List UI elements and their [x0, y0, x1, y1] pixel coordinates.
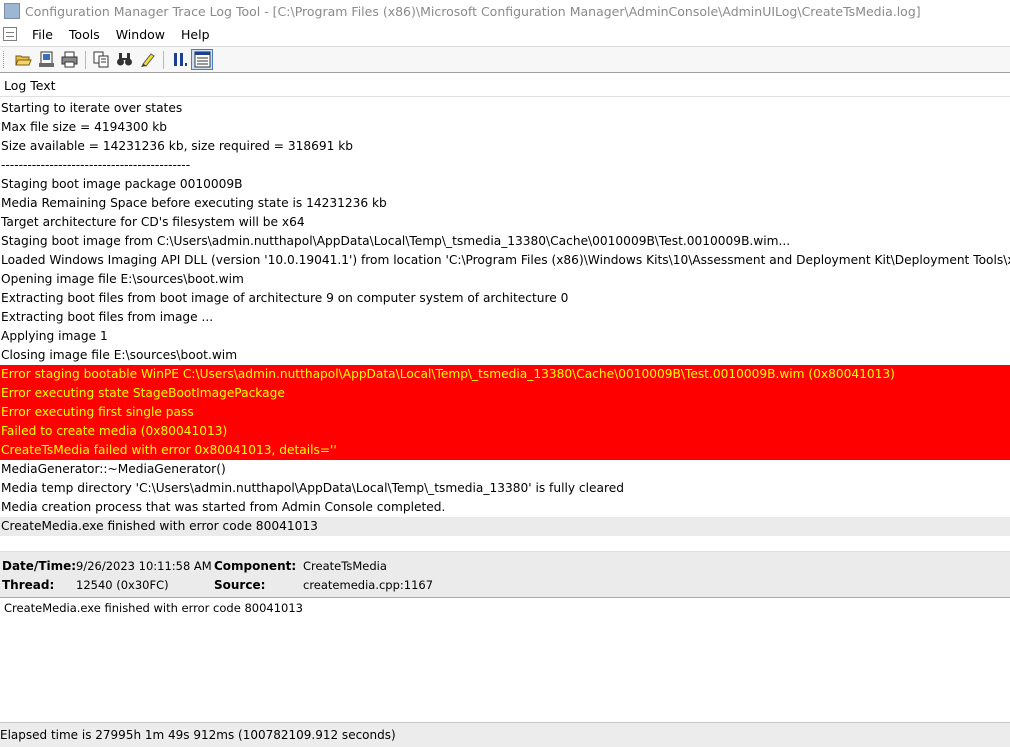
datetime-label: Date/Time: [2, 559, 77, 573]
copy-icon [93, 51, 108, 68]
log-row-error[interactable]: Error executing state StageBootImagePack… [0, 384, 1010, 403]
log-row[interactable]: Staging boot image package 0010009B [0, 175, 1010, 194]
log-row[interactable]: Opening image file E:\sources\boot.wim [0, 270, 1010, 289]
log-row[interactable]: MediaGenerator::~MediaGenerator() [0, 460, 1010, 479]
log-list[interactable]: Starting to iterate over states Max file… [0, 99, 1010, 536]
menu-tools[interactable]: Tools [61, 27, 108, 42]
log-text-header-label: Log Text [4, 78, 56, 93]
copy-button[interactable] [90, 49, 112, 70]
status-bar: Elapsed time is 27995h 1m 49s 912ms (100… [0, 722, 1010, 747]
log-row-selected[interactable]: CreateMedia.exe finished with error code… [0, 517, 1010, 536]
title-bar: Configuration Manager Trace Log Tool - [… [0, 0, 1010, 22]
pause-icon [173, 53, 187, 66]
component-value: CreateTsMedia [303, 559, 387, 573]
log-row[interactable]: Loaded Windows Imaging API DLL (version … [0, 251, 1010, 270]
log-row[interactable]: Media temp directory 'C:\Users\admin.nut… [0, 479, 1010, 498]
elapsed-time-text: Elapsed time is 27995h 1m 49s 912ms (100… [0, 728, 396, 742]
source-value: createmedia.cpp:1167 [303, 578, 434, 592]
highlight-button[interactable] [136, 49, 158, 70]
log-row-error[interactable]: Error executing first single pass [0, 403, 1010, 422]
print-preview-button[interactable] [35, 49, 57, 70]
log-row[interactable]: Extracting boot files from boot image of… [0, 289, 1010, 308]
menu-window[interactable]: Window [108, 27, 173, 42]
view-details-button[interactable] [191, 49, 213, 70]
menu-bar: File Tools Window Help [0, 24, 1010, 44]
document-icon[interactable] [3, 27, 17, 41]
print-button[interactable] [58, 49, 80, 70]
detail-panel: Date/Time: 9/26/2023 10:11:58 AM Compone… [0, 551, 1010, 598]
menu-file[interactable]: File [24, 27, 61, 42]
pause-button[interactable] [168, 49, 190, 70]
message-text: CreateMedia.exe finished with error code… [4, 601, 303, 615]
log-row[interactable]: Starting to iterate over states [0, 99, 1010, 118]
log-row[interactable]: Applying image 1 [0, 327, 1010, 346]
log-row-error[interactable]: CreateTsMedia failed with error 0x800410… [0, 441, 1010, 460]
print-preview-icon [38, 51, 54, 67]
menu-help[interactable]: Help [173, 27, 218, 42]
message-textbox[interactable]: CreateMedia.exe finished with error code… [0, 598, 1010, 720]
open-button[interactable] [12, 49, 34, 70]
highlight-icon [140, 53, 155, 67]
source-label: Source: [214, 578, 266, 592]
log-row[interactable]: Media Remaining Space before executing s… [0, 194, 1010, 213]
component-label: Component: [214, 559, 297, 573]
find-button[interactable] [113, 49, 135, 70]
log-row-error[interactable]: Failed to create media (0x80041013) [0, 422, 1010, 441]
toolbar-separator [163, 50, 164, 69]
thread-value: 12540 (0x30FC) [76, 578, 169, 592]
log-row[interactable]: Max file size = 4194300 kb [0, 118, 1010, 137]
log-row[interactable]: ----------------------------------------… [0, 156, 1010, 175]
toolbar [0, 46, 1010, 73]
window-title: Configuration Manager Trace Log Tool - [… [25, 3, 921, 19]
log-row[interactable]: Extracting boot files from image ... [0, 308, 1010, 327]
open-icon [14, 55, 32, 66]
toolbar-grip[interactable] [3, 51, 8, 68]
log-row[interactable]: Size available = 14231236 kb, size requi… [0, 137, 1010, 156]
view-details-icon [194, 51, 210, 68]
toolbar-separator [85, 50, 86, 69]
log-row[interactable]: Media creation process that was started … [0, 498, 1010, 517]
find-icon [116, 53, 132, 66]
print-icon [61, 51, 77, 68]
log-row[interactable]: Staging boot image from C:\Users\admin.n… [0, 232, 1010, 251]
log-text-column-header[interactable]: Log Text [0, 75, 1010, 97]
log-row-error[interactable]: Error staging bootable WinPE C:\Users\ad… [0, 365, 1010, 384]
log-row[interactable]: Target architecture for CD's filesystem … [0, 213, 1010, 232]
datetime-value: 9/26/2023 10:11:58 AM [76, 559, 212, 573]
thread-label: Thread: [2, 578, 55, 592]
app-icon [4, 3, 20, 19]
log-row[interactable]: Closing image file E:\sources\boot.wim [0, 346, 1010, 365]
